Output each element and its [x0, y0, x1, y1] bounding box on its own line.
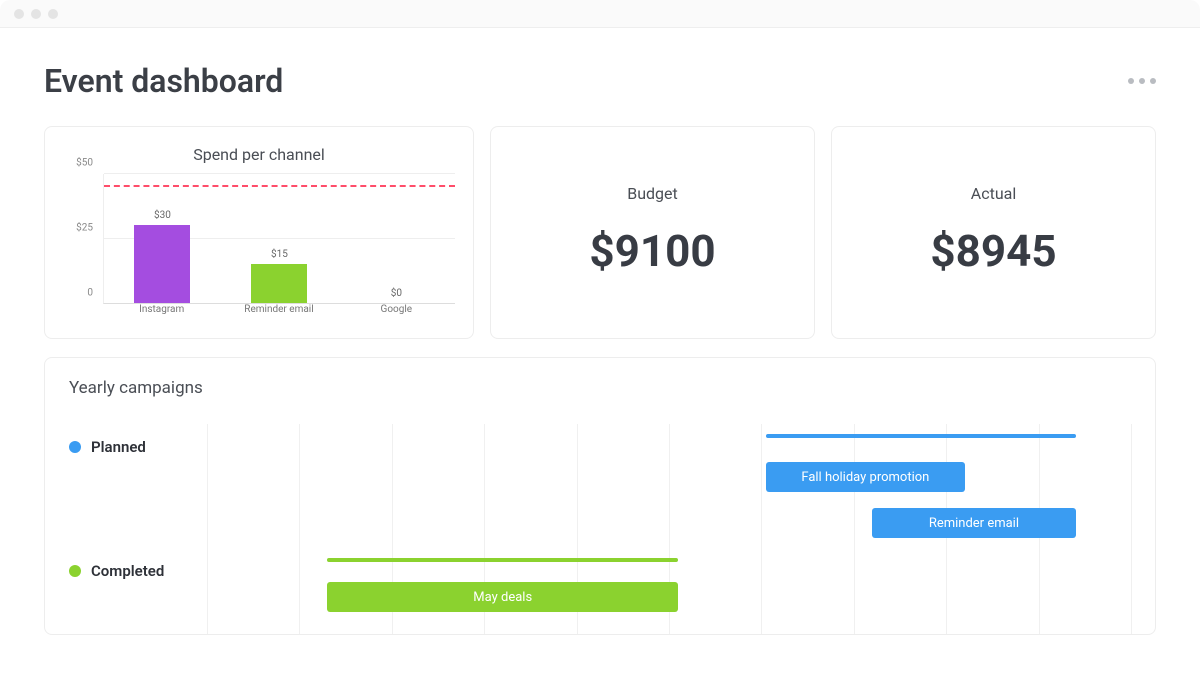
bar-google[interactable]: $0 — [338, 288, 455, 303]
bar-value-label: $0 — [391, 288, 402, 299]
status-planned: Planned — [69, 438, 146, 456]
bar-reminder-email[interactable]: $15 — [221, 249, 338, 303]
x-label: Instagram — [103, 304, 220, 324]
bar-value-label: $30 — [154, 210, 171, 221]
y-tick: $25 — [63, 223, 93, 234]
y-tick: $50 — [63, 158, 93, 169]
bar — [251, 264, 307, 303]
chart-title: Spend per channel — [63, 145, 455, 164]
y-tick: 0 — [63, 288, 93, 299]
campaigns-title: Yearly campaigns — [69, 378, 1131, 398]
spend-per-channel-chart[interactable]: 0$25$50 $30$15$0 InstagramReminder email… — [63, 174, 455, 324]
budget-card: Budget $9100 — [490, 126, 815, 339]
task-bar[interactable]: Fall holiday promotion — [766, 462, 965, 492]
campaigns-timeline[interactable]: Planned Completed Fall holiday promotion Re… — [69, 424, 1131, 634]
x-label: Reminder email — [220, 304, 337, 324]
threshold-line — [104, 185, 455, 187]
status-dot-icon — [69, 565, 81, 577]
group-bar-planned — [766, 434, 1076, 438]
window-chrome — [0, 0, 1200, 28]
budget-value: $9100 — [589, 225, 715, 277]
x-label: Google — [338, 304, 455, 324]
status-label: Completed — [91, 562, 164, 580]
budget-label: Budget — [627, 184, 678, 203]
actual-label: Actual — [971, 184, 1016, 203]
page-title: Event dashboard — [44, 62, 283, 100]
actual-card: Actual $8945 — [831, 126, 1156, 339]
traffic-light-close[interactable] — [14, 9, 24, 19]
bar — [134, 225, 190, 303]
actual-value: $8945 — [930, 225, 1056, 277]
status-completed: Completed — [69, 562, 164, 580]
task-bar[interactable]: May deals — [327, 582, 678, 612]
bar-value-label: $15 — [271, 249, 288, 260]
bar-instagram[interactable]: $30 — [104, 210, 221, 303]
spend-per-channel-card: Spend per channel 0 $25 $50 $30 $15 $0 Insta… — [44, 126, 474, 339]
traffic-light-minimize[interactable] — [31, 9, 41, 19]
more-menu-button[interactable] — [1128, 78, 1156, 84]
status-dot-icon — [69, 441, 81, 453]
traffic-light-zoom[interactable] — [48, 9, 58, 19]
task-bar[interactable]: Reminder email — [872, 508, 1075, 538]
group-bar-completed — [327, 558, 678, 562]
yearly-campaigns-card: Yearly campaigns Planned Completed Fall ho… — [44, 357, 1156, 635]
status-label: Planned — [91, 438, 146, 456]
